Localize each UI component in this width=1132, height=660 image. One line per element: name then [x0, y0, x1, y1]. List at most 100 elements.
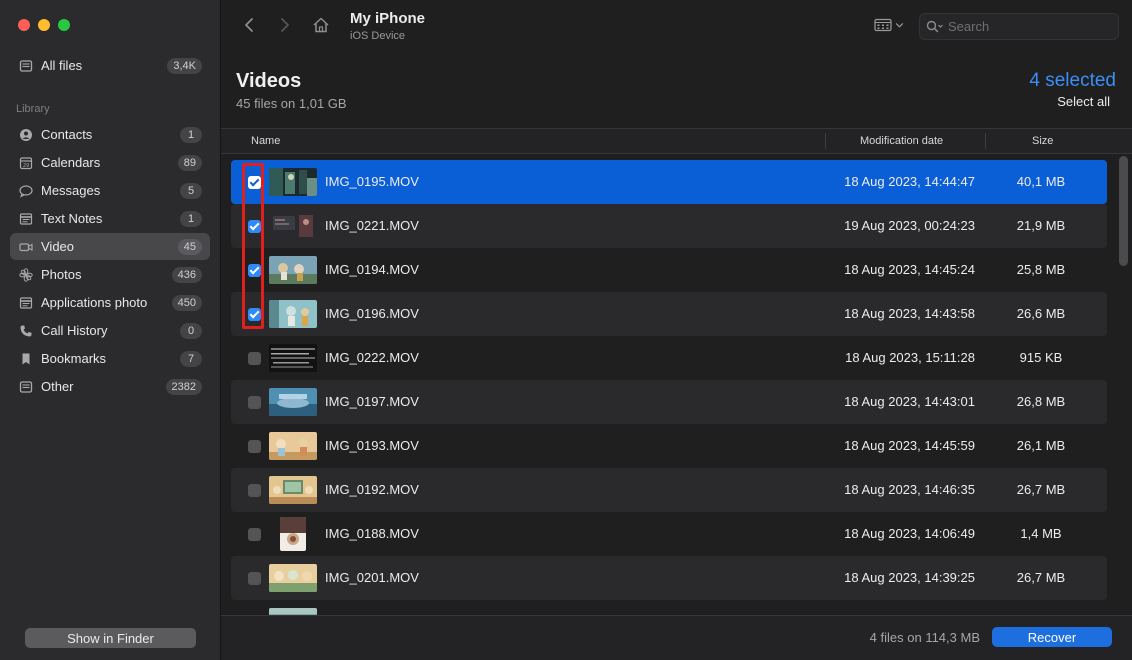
file-name: IMG_0193.MOV [325, 438, 419, 453]
calendar-icon: 29 [19, 156, 33, 170]
chevron-left-icon [245, 18, 253, 32]
sidebar-item-count: 89 [177, 154, 202, 171]
window-controls [18, 19, 70, 31]
sidebar-item-count: 1 [180, 126, 202, 143]
page-subtitle: 45 files on 1,01 GB [236, 96, 347, 111]
row-checkbox[interactable] [248, 176, 261, 189]
select-all-button[interactable]: Select all [1057, 94, 1110, 109]
column-header-size[interactable]: Size [1032, 135, 1053, 147]
search-input[interactable] [948, 19, 1108, 34]
sidebar-item-call-history[interactable]: Call History 0 [10, 317, 210, 344]
file-date: 18 Aug 2023, 14:43:58 [844, 306, 975, 321]
row-checkbox[interactable] [248, 220, 261, 233]
column-header-date[interactable]: Modification date [860, 135, 943, 147]
sidebar-item-label: Messages [41, 183, 101, 198]
sidebar-item-video[interactable]: Video 45 [10, 233, 210, 260]
recover-button[interactable]: Recover [992, 627, 1112, 647]
sidebar-item-bookmarks[interactable]: Bookmarks 7 [10, 345, 210, 372]
video-thumbnail [280, 517, 306, 551]
file-name: IMG_0196.MOV [325, 306, 419, 321]
table-header: Name Modification date Size [221, 128, 1132, 154]
file-size: 25,8 MB [1016, 262, 1066, 277]
sidebar-item-photos[interactable]: Photos 436 [10, 261, 210, 288]
sidebar-item-count: 5 [180, 182, 202, 199]
sidebar-item-contacts[interactable]: Contacts 1 [10, 121, 210, 148]
table-row[interactable]: IMG_0196.MOV 18 Aug 2023, 14:43:58 26,6 … [231, 292, 1107, 336]
table-row[interactable]: IMG_0192.MOV 18 Aug 2023, 14:46:35 26,7 … [231, 468, 1107, 512]
sidebar-item-count: 45 [177, 238, 202, 255]
file-date: 18 Aug 2023, 14:45:59 [844, 438, 975, 453]
sidebar-item-count: 7 [180, 350, 202, 367]
column-header-name[interactable]: Name [251, 135, 280, 147]
table-row[interactable]: IMG_0201.MOV 18 Aug 2023, 14:39:25 26,7 … [231, 556, 1107, 600]
close-window-button[interactable] [18, 19, 30, 31]
show-in-finder-button[interactable]: Show in Finder [25, 628, 196, 648]
file-size: 26,7 MB [1016, 570, 1066, 585]
sidebar-item-label: Photos [41, 267, 82, 282]
sidebar: All files 3,4K Library Contacts 1 29 Cal… [0, 0, 221, 660]
file-name: IMG_0195.MOV [325, 174, 419, 189]
search-field[interactable] [919, 13, 1119, 40]
row-checkbox[interactable] [248, 528, 261, 541]
minimize-window-button[interactable] [38, 19, 50, 31]
list-scrollbar[interactable] [1119, 156, 1128, 266]
home-icon [313, 17, 329, 33]
table-row[interactable]: IMG_0197.MOV 18 Aug 2023, 14:43:01 26,8 … [231, 380, 1107, 424]
row-checkbox[interactable] [248, 352, 261, 365]
file-date: 19 Aug 2023, 00:24:23 [844, 218, 975, 233]
file-date: 18 Aug 2023, 14:45:24 [844, 262, 975, 277]
row-checkbox[interactable] [248, 572, 261, 585]
file-date: 18 Aug 2023, 14:46:35 [844, 482, 975, 497]
sidebar-item-all-files[interactable]: All files 3,4K [10, 52, 210, 79]
sidebar-item-count: 3,4K [167, 57, 202, 74]
table-row[interactable] [231, 600, 1107, 615]
main-panel: My iPhone iOS Device Videos 45 files on … [221, 0, 1132, 660]
column-divider [825, 133, 826, 149]
table-row[interactable]: IMG_0222.MOV 18 Aug 2023, 15:11:28 915 K… [231, 336, 1107, 380]
file-name: IMG_0197.MOV [325, 394, 419, 409]
table-row[interactable]: IMG_0195.MOV 18 Aug 2023, 14:44:47 40,1 … [231, 160, 1107, 204]
video-thumbnail [269, 212, 317, 240]
sidebar-item-label: Video [41, 239, 75, 254]
sidebar-item-text-notes[interactable]: Text Notes 1 [10, 205, 210, 232]
table-row[interactable]: IMG_0221.MOV 19 Aug 2023, 00:24:23 21,9 … [231, 204, 1107, 248]
table-row[interactable]: IMG_0193.MOV 18 Aug 2023, 14:45:59 26,1 … [231, 424, 1107, 468]
file-name: IMG_0188.MOV [325, 526, 419, 541]
video-thumbnail [269, 168, 317, 196]
file-date: 18 Aug 2023, 14:43:01 [844, 394, 975, 409]
row-checkbox[interactable] [248, 264, 261, 277]
grid-view-icon [874, 18, 892, 32]
file-size: 26,6 MB [1016, 306, 1066, 321]
sidebar-item-count: 450 [171, 294, 202, 311]
table-row[interactable]: IMG_0194.MOV 18 Aug 2023, 14:45:24 25,8 … [231, 248, 1107, 292]
row-checkbox[interactable] [248, 308, 261, 321]
video-thumbnail [269, 476, 317, 504]
svg-text:29: 29 [23, 163, 29, 169]
app-photo-icon [19, 296, 33, 310]
sidebar-item-other[interactable]: Other 2382 [10, 373, 210, 400]
note-icon [19, 212, 33, 226]
column-divider [985, 133, 986, 149]
sidebar-item-count: 1 [180, 210, 202, 227]
file-name: IMG_0192.MOV [325, 482, 419, 497]
phone-icon [19, 324, 33, 338]
file-date: 18 Aug 2023, 14:44:47 [844, 174, 975, 189]
zoom-window-button[interactable] [58, 19, 70, 31]
file-list: IMG_0195.MOV 18 Aug 2023, 14:44:47 40,1 … [221, 155, 1132, 615]
view-options-button[interactable] [874, 16, 910, 34]
table-row[interactable]: IMG_0188.MOV 18 Aug 2023, 14:06:49 1,4 M… [231, 512, 1107, 556]
file-size: 1,4 MB [1020, 526, 1062, 541]
toolbar: My iPhone iOS Device [221, 0, 1132, 52]
sidebar-item-messages[interactable]: Messages 5 [10, 177, 210, 204]
forward-button[interactable] [275, 14, 295, 36]
row-checkbox[interactable] [248, 396, 261, 409]
home-button[interactable] [310, 14, 332, 36]
sidebar-item-applications-photo[interactable]: Applications photo 450 [10, 289, 210, 316]
back-button[interactable] [239, 14, 259, 36]
selection-summary: 4 files on 114,3 MB [869, 630, 980, 645]
sidebar-item-calendars[interactable]: 29 Calendars 89 [10, 149, 210, 176]
row-checkbox[interactable] [248, 440, 261, 453]
chevron-down-icon [895, 22, 904, 28]
sidebar-item-label: Applications photo [41, 295, 148, 310]
row-checkbox[interactable] [248, 484, 261, 497]
